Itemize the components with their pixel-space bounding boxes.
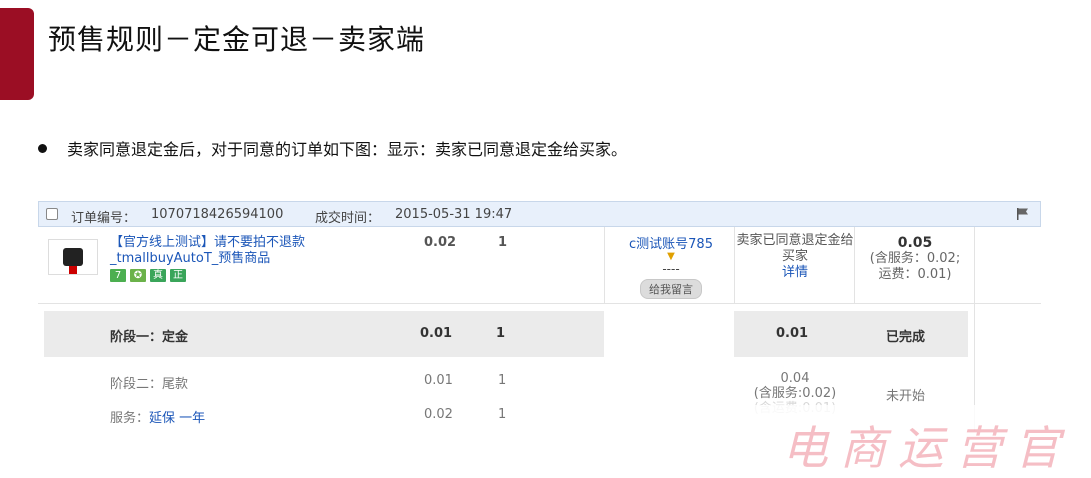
watermark-text: 电商运营官 <box>782 421 1072 475</box>
deal-time: 2015-05-31 19:47 <box>395 207 513 222</box>
stage-one-gap <box>604 311 734 357</box>
service-prefix: 服务： <box>110 411 150 426</box>
stage-one-quantity: 1 <box>496 326 506 341</box>
title-accent-bar <box>0 8 34 100</box>
stage-two-price: 0.01 <box>424 373 453 388</box>
order-status-text: 卖家已同意退定金给买家 <box>736 233 854 264</box>
stage-two-service-note: (含服务:0.02) <box>753 386 837 401</box>
order-total-amount: 0.05 <box>897 235 933 251</box>
stage-two-label: 阶段二：尾款 <box>110 377 189 392</box>
product-title-link[interactable]: 【官方线上测试】请不要拍不退款_tmallbuyAutoT_预售商品 <box>110 235 370 267</box>
service-row-label: 服务：延保 一年 <box>110 407 205 426</box>
stage-two-amount: 0.04 <box>780 371 810 386</box>
column-divider <box>854 227 855 303</box>
order-header: 订单编号： 1070718426594100 成交时间： 2015-05-31 … <box>38 201 1041 227</box>
service-price: 0.02 <box>424 407 453 422</box>
product-image-icon <box>63 248 83 274</box>
stage-two-status: 未开始 <box>886 389 926 404</box>
service-quantity: 1 <box>498 407 507 422</box>
bullet-dot-icon <box>38 143 47 153</box>
service-badges: 7 ✪ 真 正 <box>110 269 186 282</box>
wangwang-icon[interactable]: ▼ <box>606 252 736 262</box>
order-number: 1070718426594100 <box>151 207 284 222</box>
buyer-cell: c测试账号785 ▼ ---- 给我留言 <box>606 233 736 299</box>
flag-icon[interactable] <box>1016 207 1030 221</box>
order-status-cell: 卖家已同意退定金给买家 详情 <box>735 233 855 281</box>
bullet-point: 卖家同意退定金后，对于同意的订单如下图：显示：卖家已同意退定金给买家。 <box>38 136 627 160</box>
stage-one-amount: 0.01 <box>776 326 809 341</box>
genuine-icon[interactable]: 真 <box>150 269 166 282</box>
bullet-text: 卖家同意退定金后，对于同意的订单如下图：显示：卖家已同意退定金给买家。 <box>67 140 628 159</box>
order-total-shipping-note: 运费：0.01) <box>878 267 952 282</box>
guarantee-icon[interactable]: ✪ <box>130 269 146 282</box>
deal-time-label: 成交时间： <box>315 211 381 226</box>
order-total-service-note: (含服务：0.02; <box>869 251 961 266</box>
seven-day-return-icon[interactable]: 7 <box>110 269 126 282</box>
order-card: 订单编号： 1070718426594100 成交时间： 2015-05-31 … <box>38 201 1041 431</box>
leave-message-button[interactable]: 给我留言 <box>640 279 702 299</box>
item-price: 0.02 <box>424 235 457 250</box>
slide-title: 预售规则－定金可退－卖家端 <box>48 23 426 56</box>
buyer-name-link[interactable]: c测试账号785 <box>606 233 736 252</box>
stage-one-row: 阶段一：定金 0.01 1 0.01 已完成 <box>44 311 968 357</box>
order-item-row: 【官方线上测试】请不要拍不退款_tmallbuyAutoT_预售商品 7 ✪ 真… <box>38 227 1041 431</box>
order-select-checkbox[interactable] <box>46 208 58 220</box>
stage-two-quantity: 1 <box>498 373 507 388</box>
column-divider <box>604 227 605 303</box>
authentic-icon[interactable]: 正 <box>170 269 186 282</box>
product-thumbnail[interactable] <box>48 239 98 275</box>
stage-one-price: 0.01 <box>420 326 453 341</box>
order-number-label: 订单编号： <box>71 211 137 226</box>
stage-one-status: 已完成 <box>886 330 926 345</box>
buyer-placeholder: ---- <box>662 262 680 276</box>
item-quantity: 1 <box>498 235 508 250</box>
status-details-link[interactable]: 详情 <box>735 265 855 281</box>
stage-one-label: 阶段一：定金 <box>110 330 189 345</box>
service-name-link[interactable]: 延保 一年 <box>149 411 205 426</box>
order-total-cell: 0.05 (含服务：0.02; 运费：0.01) <box>856 235 974 283</box>
